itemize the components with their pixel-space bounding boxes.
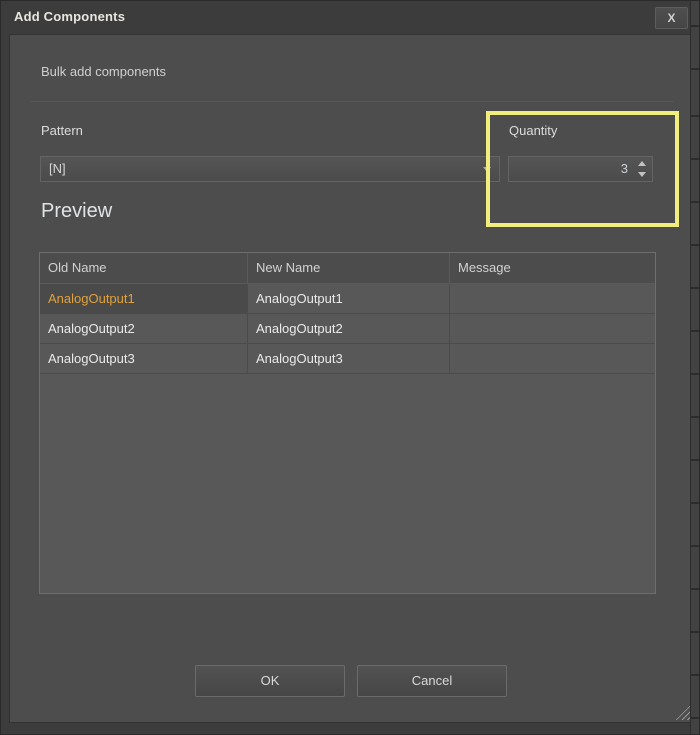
cancel-button[interactable]: Cancel [357, 665, 507, 697]
cell-old-name[interactable]: AnalogOutput3 [40, 344, 248, 373]
cell-message[interactable] [450, 284, 655, 313]
ok-button[interactable]: OK [195, 665, 345, 697]
spinner-up-icon[interactable] [638, 161, 646, 166]
cell-old-name[interactable]: AnalogOutput2 [40, 314, 248, 343]
bulk-add-description: Bulk add components [41, 64, 166, 79]
dialog-titlebar[interactable]: Add Components X [1, 1, 699, 34]
cell-message[interactable] [450, 344, 655, 373]
dialog-title: Add Components [14, 9, 125, 24]
close-icon: X [667, 11, 675, 25]
pattern-select[interactable]: [N] [40, 156, 500, 182]
close-button[interactable]: X [655, 7, 688, 29]
table-row[interactable]: AnalogOutput1 AnalogOutput1 [40, 284, 655, 314]
preview-table-header: Old Name New Name Message [40, 253, 655, 284]
quantity-label: Quantity [509, 123, 557, 138]
dialog-content-panel: Bulk add components Pattern Quantity [N]… [9, 34, 693, 723]
chevron-down-icon [483, 167, 491, 172]
column-header-message[interactable]: Message [450, 253, 655, 283]
column-header-old-name[interactable]: Old Name [40, 253, 248, 283]
quantity-value[interactable]: 3 [568, 157, 628, 181]
add-components-dialog: Add Components X Bulk add components Pat… [0, 0, 700, 735]
pattern-select-value: [N] [49, 161, 66, 176]
spinner-down-icon[interactable] [638, 172, 646, 177]
column-header-new-name[interactable]: New Name [248, 253, 450, 283]
cell-new-name[interactable]: AnalogOutput1 [248, 284, 450, 313]
preview-table: Old Name New Name Message AnalogOutput1 … [39, 252, 656, 594]
preview-heading: Preview [41, 200, 112, 223]
quantity-stepper-arrows [636, 159, 648, 179]
quantity-stepper[interactable]: 3 [508, 156, 653, 182]
table-row[interactable]: AnalogOutput2 AnalogOutput2 [40, 314, 655, 344]
background-window-edge [690, 1, 699, 735]
cell-old-name[interactable]: AnalogOutput1 [40, 284, 248, 313]
pattern-label: Pattern [41, 123, 83, 138]
cell-message[interactable] [450, 314, 655, 343]
table-row[interactable]: AnalogOutput3 AnalogOutput3 [40, 344, 655, 374]
section-divider [30, 101, 674, 102]
resize-grip-icon[interactable] [675, 705, 690, 720]
cell-new-name[interactable]: AnalogOutput2 [248, 314, 450, 343]
cell-new-name[interactable]: AnalogOutput3 [248, 344, 450, 373]
